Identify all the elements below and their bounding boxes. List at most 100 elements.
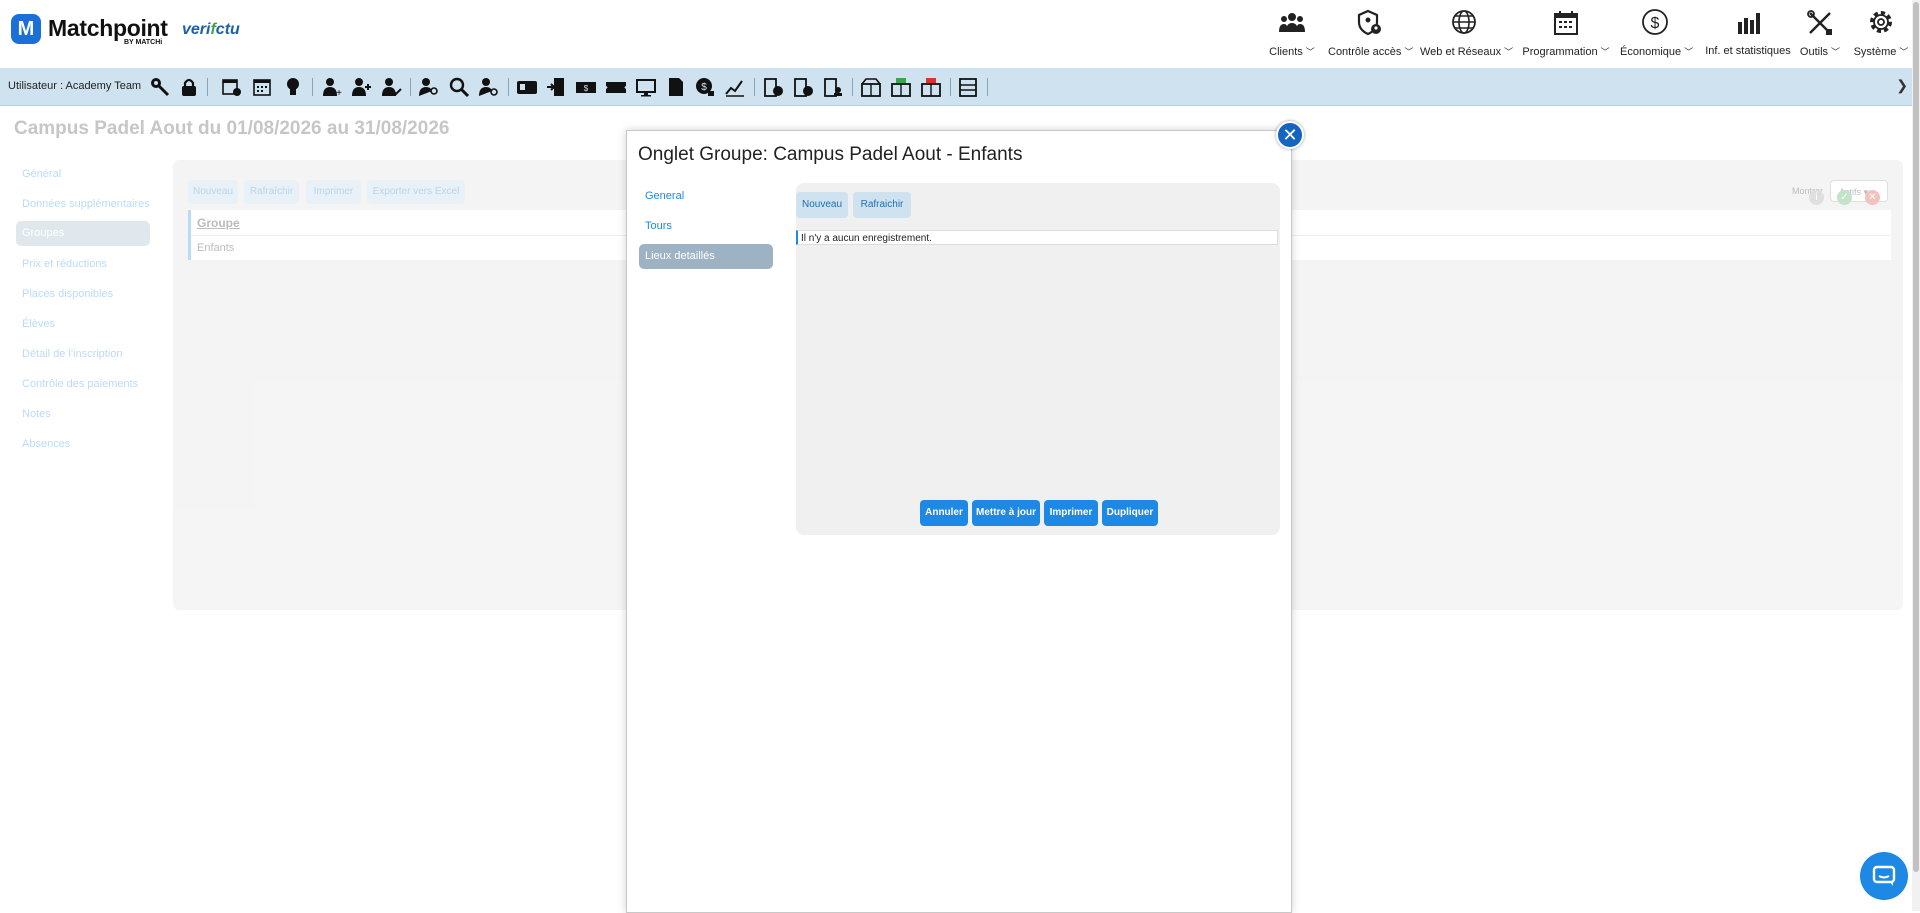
nav-label: Clients (1269, 46, 1303, 58)
annuler-button[interactable]: Annuler (920, 500, 968, 526)
bar-chart-icon (1738, 13, 1760, 34)
tools-icon (1807, 10, 1832, 35)
sidebar-item-general[interactable]: Général (22, 168, 61, 180)
nav-systeme[interactable]: Système ﹀ (1852, 0, 1910, 68)
court-reservations-icon[interactable] (860, 76, 882, 98)
info-icon[interactable]: i (1809, 190, 1824, 205)
building-dollar-icon[interactable] (762, 76, 784, 98)
tab-tours[interactable]: Tours (639, 214, 773, 239)
mettre-a-jour-button[interactable]: Mettre à jour (972, 500, 1040, 526)
lightbulb-icon[interactable] (282, 76, 304, 98)
document-icon[interactable] (665, 76, 687, 98)
nav-label: Contrôle accès (1328, 46, 1402, 58)
chat-bubble-icon (1872, 865, 1896, 886)
sidebar-item-detail[interactable]: Détail de l'inscription (22, 348, 123, 360)
magnifier-icon[interactable] (448, 76, 470, 98)
svg-text:$: $ (584, 84, 589, 93)
groupe-modal: Onglet Groupe: Campus Padel Aout - Enfan… (626, 130, 1292, 913)
tab-lieux-detailles[interactable]: Lieux detaillés (639, 244, 773, 269)
nav-label: Inf. et statistiques (1705, 45, 1791, 57)
calendar-clock-icon[interactable] (221, 76, 243, 98)
delete-icon[interactable]: ✕ (1865, 190, 1880, 205)
brand-name: Matchpoint (48, 15, 168, 41)
sidebar-item-absences[interactable]: Absences (22, 438, 70, 450)
quick-toolbar: Utilisateur : Academy Team + $ $ ❯ (0, 68, 1920, 106)
coin-icon[interactable]: $ (694, 76, 716, 98)
sidebar-item-donnees[interactable]: Données supplémentaires (22, 198, 150, 210)
tab-label: Tours (645, 220, 672, 232)
court-blocked-icon[interactable] (920, 76, 942, 98)
nav-outils[interactable]: Outils ﹀ (1798, 0, 1842, 68)
nav-programmation[interactable]: Programmation ﹀ (1518, 0, 1614, 68)
person-search-icon[interactable] (478, 76, 500, 98)
user-search-icon[interactable] (418, 76, 440, 98)
user-label: Utilisateur : (8, 80, 64, 92)
chevron-down-icon: ﹀ (1600, 47, 1610, 57)
scrollbar-thumb[interactable] (1913, 2, 1919, 872)
cabinet-icon[interactable] (957, 76, 979, 98)
chevron-right-icon[interactable]: ❯ (1896, 77, 1908, 94)
chat-button[interactable] (1860, 852, 1908, 900)
svg-text:+: + (336, 88, 342, 98)
sidebar-item-eleves[interactable]: Élèves (22, 318, 55, 330)
tab-general[interactable]: General (639, 184, 773, 209)
rafraichir-button[interactable]: Rafraichir (853, 192, 911, 218)
sidebar-item-paiements[interactable]: Contrôle des paiements (22, 378, 138, 390)
sidebar-item-prix[interactable]: Prix et réductions (22, 258, 107, 270)
empty-message: Il n'y a aucun enregistrement. (796, 230, 1278, 245)
verifactu-logo: verifctu (182, 21, 240, 39)
nav-label: Web et Réseaux (1420, 46, 1502, 58)
banknote-icon[interactable]: $ (575, 76, 597, 98)
user-name: Academy Team (65, 80, 142, 92)
row-groupe: Enfants (197, 242, 235, 254)
line-chart-icon[interactable] (724, 76, 746, 98)
nav-controle-acces[interactable]: Contrôle accès ﹀ (1328, 0, 1414, 68)
id-card-icon[interactable] (516, 76, 538, 98)
check-icon[interactable]: ✓ (1837, 190, 1852, 205)
sidebar-item-notes[interactable]: Notes (22, 408, 51, 420)
nav-clients[interactable]: Clients ﹀ (1262, 0, 1322, 68)
nouveau-button[interactable]: Nouveau (796, 192, 848, 218)
chevron-down-icon: ﹀ (1684, 47, 1694, 57)
rafraichir-button[interactable]: Rafraîchir (244, 180, 299, 204)
svg-text:$: $ (701, 82, 707, 93)
nav-economique[interactable]: $ Économique ﹀ (1620, 0, 1694, 68)
key-icon[interactable] (149, 76, 171, 98)
monitor-icon[interactable] (635, 76, 657, 98)
imprimer-button[interactable]: Imprimer (1044, 500, 1098, 526)
nouveau-button[interactable]: Nouveau (188, 180, 238, 204)
building-clock-icon[interactable] (792, 76, 814, 98)
shield-user-icon (1357, 9, 1381, 36)
sidebar-item-label: Groupes (22, 227, 65, 239)
modal-title: Onglet Groupe: Campus Padel Aout - Enfan… (638, 144, 1023, 165)
matchpoint-logo[interactable]: M (11, 14, 41, 44)
svg-text:$: $ (1651, 15, 1660, 32)
nav-statistiques[interactable]: Inf. et statistiques (1700, 0, 1796, 68)
page-scrollbar[interactable] (1912, 0, 1920, 911)
ticket-icon[interactable] (605, 76, 627, 98)
lock-icon[interactable] (178, 76, 200, 98)
dupliquer-button[interactable]: Dupliquer (1102, 500, 1158, 526)
sidebar-item-places[interactable]: Places disponibles (22, 288, 113, 300)
door-enter-icon[interactable] (545, 76, 567, 98)
chevron-down-icon: ﹀ (1831, 47, 1841, 57)
imprimer-button[interactable]: Imprimer (306, 180, 361, 204)
chevron-down-icon: ﹀ (1404, 47, 1414, 57)
court-available-icon[interactable] (890, 76, 912, 98)
building-user-icon[interactable] (822, 76, 844, 98)
chevron-down-icon: ﹀ (1305, 47, 1315, 57)
exporter-excel-button[interactable]: Exporter vers Excel (367, 180, 465, 204)
user-plus-icon[interactable] (350, 76, 372, 98)
gear-icon (1870, 11, 1892, 33)
user-check-icon[interactable] (380, 76, 402, 98)
column-header-groupe[interactable]: Groupe (197, 216, 240, 230)
people-icon (1279, 13, 1305, 32)
verifactu-part-1: veri (182, 21, 211, 38)
brand-subtitle: BY MATCHi (124, 39, 163, 46)
calendar-icon[interactable] (251, 76, 273, 98)
close-icon[interactable]: ✕ (1276, 121, 1304, 149)
sidebar-item-groupes[interactable]: Groupes (16, 221, 150, 246)
user-add-icon[interactable]: + (321, 76, 343, 98)
nav-web-reseaux[interactable]: Web et Réseaux ﹀ (1420, 0, 1513, 68)
tab-label: Lieux detaillés (645, 250, 715, 262)
